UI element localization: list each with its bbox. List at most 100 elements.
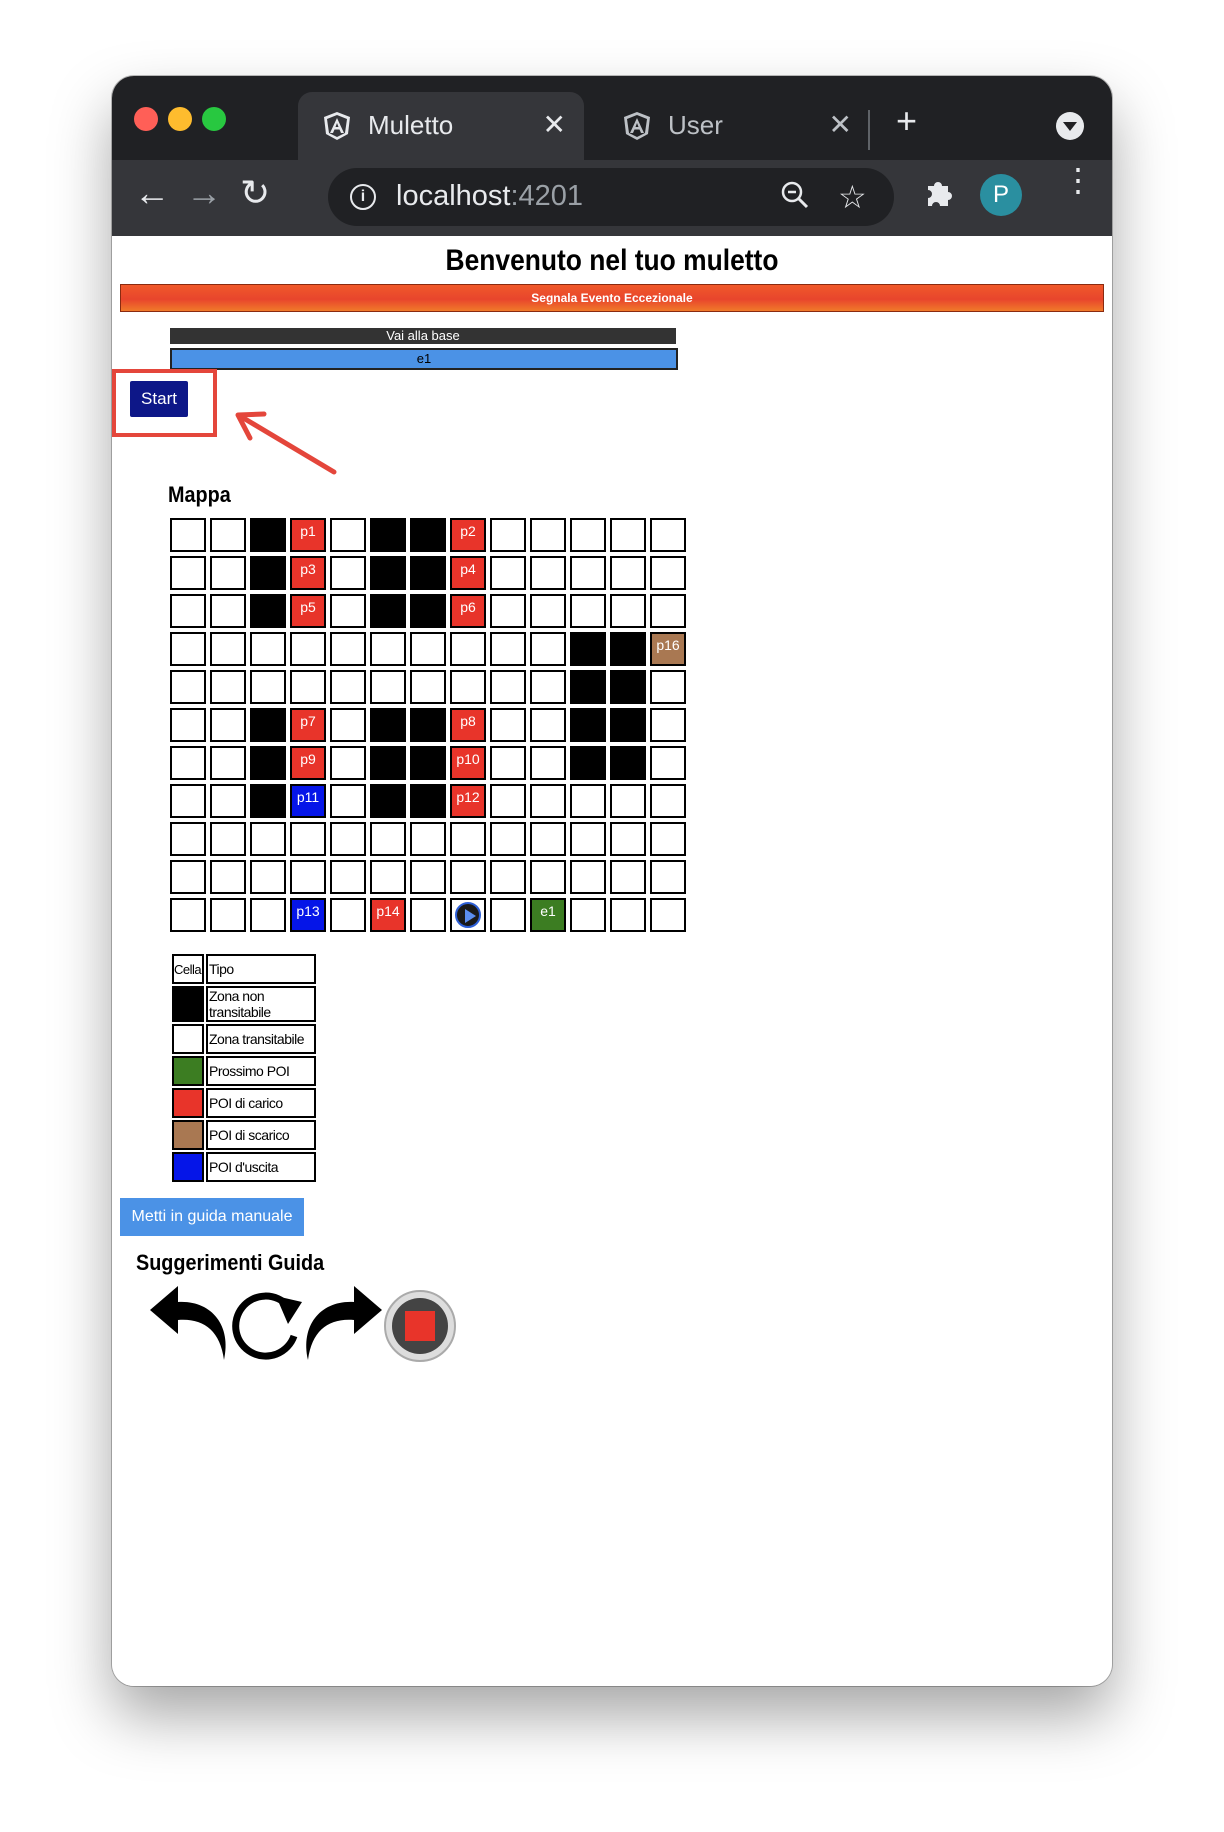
close-tab-icon[interactable]: ✕ <box>543 108 566 141</box>
stop-icon[interactable] <box>384 1290 456 1362</box>
map-cell-free <box>210 594 246 628</box>
profile-avatar[interactable]: P <box>980 174 1022 216</box>
legend-swatch <box>172 1024 204 1054</box>
legend-swatch <box>172 1120 204 1150</box>
map-cell-free <box>330 632 366 666</box>
legend-label: POI di carico <box>206 1088 316 1118</box>
new-tab-icon[interactable]: + <box>896 100 917 142</box>
turn-left-icon[interactable] <box>150 1286 226 1360</box>
forklift-position-icon <box>455 902 481 928</box>
minimize-window-button[interactable] <box>168 107 192 131</box>
map-cell-free <box>610 518 646 552</box>
map-cell-blocked <box>410 708 446 742</box>
map-cell-blocked <box>370 518 406 552</box>
map-cell-free <box>530 594 566 628</box>
address-bar[interactable]: i localhost:4201 ☆ <box>328 168 894 226</box>
map-cell-free <box>490 746 526 780</box>
url-port: :4201 <box>510 180 584 212</box>
map-cell-free <box>410 822 446 856</box>
map-cell-free <box>170 670 206 704</box>
map-cell-poi: p7 <box>290 708 326 742</box>
tab-user[interactable]: User ✕ <box>598 92 870 160</box>
map-cell-free <box>610 860 646 894</box>
map-cell-free <box>330 556 366 590</box>
map-cell-blocked <box>250 556 286 590</box>
map-cell-poi: p1 <box>290 518 326 552</box>
map-cell-poi: p8 <box>450 708 486 742</box>
map-cell-free <box>490 822 526 856</box>
report-event-button[interactable]: Segnala Evento Eccezionale <box>120 284 1104 312</box>
map-cell-free <box>210 898 246 932</box>
map-cell-blocked <box>370 746 406 780</box>
manual-drive-button[interactable]: Metti in guida manuale <box>120 1198 304 1236</box>
map-cell-free <box>530 556 566 590</box>
legend-row: POI di carico <box>172 1088 316 1118</box>
close-tab-icon[interactable]: ✕ <box>829 108 852 141</box>
map-cell-poi: p9 <box>290 746 326 780</box>
legend-row: Zona non transitabile <box>172 986 316 1022</box>
forward-icon[interactable]: → <box>186 172 222 214</box>
map-cell-free <box>650 670 686 704</box>
go-to-base-button[interactable]: Vai alla base <box>170 328 676 344</box>
map-cell-poi: p6 <box>450 594 486 628</box>
map-cell-blocked <box>250 784 286 818</box>
map-cell-blocked <box>250 746 286 780</box>
map-cell-free <box>490 556 526 590</box>
url-host: localhost <box>396 180 511 212</box>
map-cell-free <box>170 632 206 666</box>
map-cell-free <box>530 708 566 742</box>
turn-right-icon[interactable] <box>306 1286 382 1360</box>
legend-header-row: Cella Tipo <box>172 954 316 984</box>
tab-muletto[interactable]: Muletto ✕ <box>298 92 584 160</box>
map-cell-free <box>170 898 206 932</box>
map-cell-free <box>330 518 366 552</box>
legend-swatch <box>172 1056 204 1086</box>
map-cell-free <box>650 822 686 856</box>
map-cell-free <box>610 594 646 628</box>
map-cell-free <box>570 784 606 818</box>
rotate-icon[interactable] <box>232 1292 302 1360</box>
map-cell-free <box>330 594 366 628</box>
extensions-puzzle-icon[interactable] <box>922 176 956 210</box>
map-cell-free <box>330 670 366 704</box>
zoom-icon[interactable] <box>780 180 810 210</box>
map-cell-free <box>290 670 326 704</box>
tab-strip: Muletto ✕ User ✕ + <box>112 76 1112 160</box>
map-cell-free <box>490 860 526 894</box>
map-cell-free <box>410 632 446 666</box>
map-cell-blocked <box>370 556 406 590</box>
map-cell-free <box>210 822 246 856</box>
maximize-window-button[interactable] <box>202 107 226 131</box>
destination-bar[interactable]: e1 <box>170 348 678 370</box>
map-cell-blocked <box>570 670 606 704</box>
bookmark-star-icon[interactable]: ☆ <box>838 178 867 216</box>
map-cell-free <box>170 708 206 742</box>
map-cell-free <box>330 860 366 894</box>
menu-kebab-icon[interactable]: ⋮ <box>1062 164 1094 196</box>
map-cell-free <box>250 670 286 704</box>
info-icon[interactable]: i <box>350 184 376 210</box>
map-cell-free <box>570 898 606 932</box>
legend-swatch <box>172 1152 204 1182</box>
tab-search-icon[interactable] <box>1056 112 1084 140</box>
map-cell-poi: p11 <box>290 784 326 818</box>
close-window-button[interactable] <box>134 107 158 131</box>
map-cell-free <box>650 594 686 628</box>
map-cell-blocked <box>410 784 446 818</box>
map-cell-free <box>210 746 246 780</box>
reload-icon[interactable]: ↻ <box>240 172 270 214</box>
map-cell-free <box>650 708 686 742</box>
map-cell-free <box>210 708 246 742</box>
start-button[interactable]: Start <box>130 381 188 417</box>
map-cell-free <box>170 784 206 818</box>
legend-label: Zona non transitabile <box>206 986 316 1022</box>
map-cell-free <box>370 822 406 856</box>
map-cell-free <box>650 784 686 818</box>
back-icon[interactable]: ← <box>134 172 170 214</box>
url-text[interactable]: localhost:4201 <box>396 180 583 213</box>
map-cell-free <box>170 860 206 894</box>
map-cell-free <box>290 822 326 856</box>
map-cell-free <box>490 898 526 932</box>
map-cell-free <box>530 670 566 704</box>
legend-row: POI d'uscita <box>172 1152 316 1182</box>
